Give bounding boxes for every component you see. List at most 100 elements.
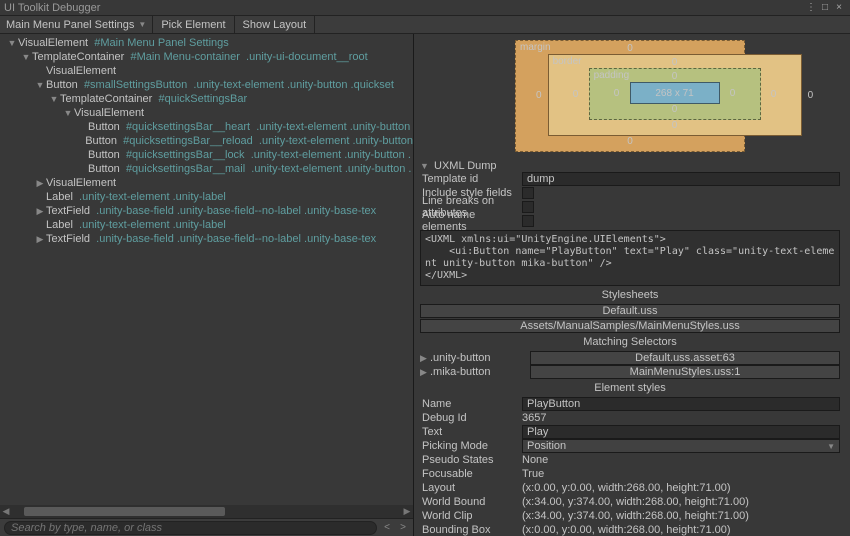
main-area: ▼VisualElement #Main Menu Panel Settings… (0, 34, 850, 536)
template-id-row: Template id (422, 172, 840, 186)
include-style-fields-checkbox[interactable] (522, 187, 534, 199)
fold-icon[interactable]: ▶ (34, 178, 46, 189)
uxml-dump-header[interactable]: ▼UXML Dump (420, 160, 840, 172)
tree-label: VisualElement (74, 107, 144, 119)
picking-mode-dropdown[interactable]: Position▼ (522, 439, 840, 453)
picking-mode-row: Picking ModePosition▼ (422, 439, 840, 453)
name-input[interactable] (522, 397, 840, 411)
margin-top: 0 (536, 43, 724, 54)
hierarchy-panel: ▼VisualElement #Main Menu Panel Settings… (0, 34, 414, 536)
tree-row[interactable]: ▼TemplateContainer #Main Menu-container … (0, 50, 413, 64)
fold-icon[interactable]: ▼ (6, 38, 18, 48)
margin-right: 0 (808, 90, 814, 101)
tree-row[interactable]: Button #quicksettingsBar__heart .unity-t… (0, 120, 413, 134)
stylesheets-header: Stylesheets (420, 289, 840, 301)
fold-icon[interactable]: ▶ (420, 367, 430, 378)
search-prev-icon[interactable]: < (381, 522, 393, 533)
tree-row[interactable]: Button #quicksettingsBar__lock .unity-te… (0, 148, 413, 162)
focusable-row: FocusableTrue (422, 467, 840, 481)
search-bar: < > (0, 518, 413, 536)
chevron-down-icon: ▼ (138, 20, 146, 29)
selector-source[interactable]: MainMenuStyles.uss:1 (530, 365, 840, 379)
fold-icon[interactable]: ▼ (20, 52, 32, 62)
tree-row[interactable]: ▶VisualElement (0, 176, 413, 190)
fold-icon[interactable]: ▶ (34, 234, 46, 245)
tree-row[interactable]: Button #quicksettingsBar__mail .unity-te… (0, 162, 413, 176)
padding-label: padding (594, 70, 630, 81)
tree-row[interactable]: ▼VisualElement #Main Menu Panel Settings (0, 36, 413, 50)
bounding-box-row: Bounding Box(x:0.00, y:0.00, width:268.0… (422, 523, 840, 536)
border-label: border (553, 56, 582, 67)
fold-icon[interactable]: ▶ (420, 353, 430, 364)
scrollbar-track[interactable] (24, 507, 389, 516)
tree-label: TextField .unity-base-field .unity-base-… (46, 205, 376, 217)
tree-row[interactable]: Button #quicksettingsBar__reload .unity-… (0, 134, 413, 148)
fold-icon[interactable]: ▼ (62, 108, 74, 118)
text-input[interactable] (522, 425, 840, 439)
hierarchy-tree[interactable]: ▼VisualElement #Main Menu Panel Settings… (0, 34, 413, 505)
stylesheet-item[interactable]: Default.uss (420, 304, 840, 318)
name-row: Name (422, 397, 840, 411)
border-right: 0 (767, 89, 781, 100)
template-id-input[interactable] (522, 172, 840, 186)
tree-label: VisualElement #Main Menu Panel Settings (18, 37, 229, 49)
debug-id-row: Debug Id3657 (422, 411, 840, 425)
tree-label: Label .unity-text-element .unity-label (46, 191, 226, 203)
tree-label: VisualElement (46, 177, 116, 189)
world-clip-row: World Clip(x:34.00, y:374.00, width:268.… (422, 509, 840, 523)
maximize-icon[interactable]: □ (818, 1, 832, 15)
box-model-content: 268 x 71 (630, 82, 720, 104)
box-model-margin: margin 0 0 border 0 0 padding 0 (515, 40, 745, 152)
fold-icon[interactable]: ▼ (420, 161, 430, 171)
tree-label: Button #quicksettingsBar__mail .unity-te… (88, 163, 411, 175)
title-bar: UI Toolkit Debugger ⋮ □ × (0, 0, 850, 16)
show-layout-button[interactable]: Show Layout (235, 16, 316, 33)
horizontal-scrollbar[interactable]: ◀ ▶ (0, 505, 413, 518)
menu-icon[interactable]: ⋮ (804, 1, 818, 15)
pick-element-button[interactable]: Pick Element (153, 16, 234, 33)
panel-dropdown[interactable]: Main Menu Panel Settings ▼ (0, 16, 153, 33)
border-left: 0 (569, 89, 583, 100)
matching-selectors-header: Matching Selectors (420, 336, 840, 348)
box-model-border: border 0 0 padding 0 0 268 x 71 0 (548, 54, 802, 136)
tree-row[interactable]: ▶TextField .unity-base-field .unity-base… (0, 204, 413, 218)
margin-label: margin (520, 42, 551, 53)
tree-label: TemplateContainer #Main Menu-container .… (32, 51, 368, 63)
pseudo-states-row: Pseudo StatesNone (422, 453, 840, 467)
tree-row[interactable]: Label .unity-text-element .unity-label (0, 190, 413, 204)
uxml-code[interactable]: <UXML xmlns:ui="UnityEngine.UIElements">… (420, 230, 840, 286)
fold-icon[interactable]: ▶ (34, 206, 46, 217)
window-title: UI Toolkit Debugger (4, 2, 804, 14)
element-styles-header: Element styles (420, 382, 840, 394)
tree-row[interactable]: Label .unity-text-element .unity-label (0, 218, 413, 232)
stylesheet-item[interactable]: Assets/ManualSamples/MainMenuStyles.uss (420, 319, 840, 333)
margin-bottom: 0 (536, 136, 724, 147)
inspector-panel[interactable]: margin 0 0 border 0 0 padding 0 (414, 34, 850, 536)
fold-icon[interactable]: ▼ (34, 80, 46, 90)
selector-source[interactable]: Default.uss.asset:63 (530, 351, 840, 365)
box-model-padding: padding 0 0 268 x 71 0 0 (589, 68, 761, 120)
line-breaks-checkbox[interactable] (522, 201, 534, 213)
tree-row[interactable]: ▶TextField .unity-base-field .unity-base… (0, 232, 413, 246)
tree-label: TemplateContainer #quickSettingsBar (60, 93, 247, 105)
auto-name-row: Auto name elements (422, 214, 840, 228)
padding-left: 0 (610, 88, 624, 99)
selector-row: ▶.mika-buttonMainMenuStyles.uss:1 (420, 365, 840, 379)
tree-label: Button #quicksettingsBar__reload .unity-… (85, 135, 413, 147)
box-model: margin 0 0 border 0 0 padding 0 (515, 40, 745, 152)
scroll-left-icon[interactable]: ◀ (0, 506, 12, 517)
auto-name-checkbox[interactable] (522, 215, 534, 227)
tree-row[interactable]: VisualElement (0, 64, 413, 78)
search-next-icon[interactable]: > (397, 522, 409, 533)
fold-icon[interactable]: ▼ (48, 94, 60, 104)
scroll-right-icon[interactable]: ▶ (401, 506, 413, 517)
tree-row[interactable]: ▼Button #smallSettingsButton .unity-text… (0, 78, 413, 92)
tree-row[interactable]: ▼VisualElement (0, 106, 413, 120)
tree-label: Button #quicksettingsBar__heart .unity-t… (88, 121, 410, 133)
text-row: Text (422, 425, 840, 439)
tree-row[interactable]: ▼TemplateContainer #quickSettingsBar (0, 92, 413, 106)
selector-row: ▶.unity-buttonDefault.uss.asset:63 (420, 351, 840, 365)
close-icon[interactable]: × (832, 1, 846, 15)
search-input[interactable] (4, 521, 377, 535)
scrollbar-thumb[interactable] (24, 507, 225, 516)
